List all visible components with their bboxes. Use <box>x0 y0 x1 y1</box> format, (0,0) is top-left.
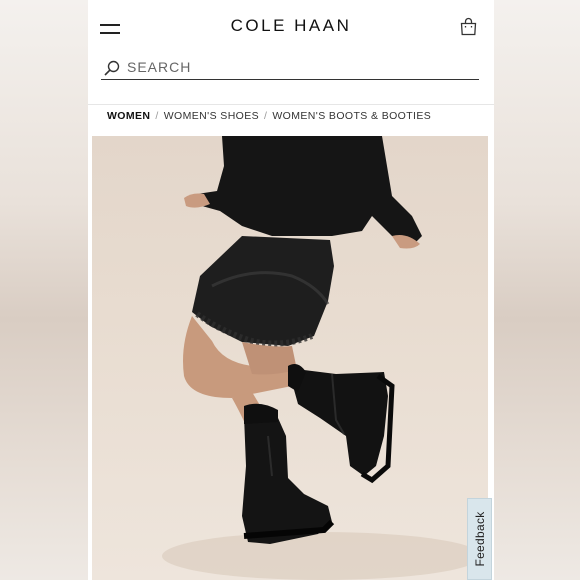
mobile-page: COLE HAAN WOMEN / WOMEN'S SHOES / WOMEN'S BO… <box>88 0 494 580</box>
breadcrumb-women[interactable]: WOMEN <box>107 110 150 122</box>
blurred-background-right <box>492 0 580 580</box>
feedback-tab[interactable]: Feedback <box>467 498 492 580</box>
search-input[interactable] <box>127 57 467 77</box>
hero-model-illustration <box>162 136 482 580</box>
blurred-background-left <box>0 0 88 580</box>
hero-image <box>92 136 488 580</box>
breadcrumb-bar: WOMEN / WOMEN'S SHOES / WOMEN'S BOOTS & BOOT… <box>88 104 494 132</box>
breadcrumb: WOMEN / WOMEN'S SHOES / WOMEN'S BOOTS & BOOT… <box>107 110 431 122</box>
breadcrumb-separator: / <box>155 110 159 122</box>
feedback-label: Feedback <box>472 511 487 567</box>
search-bar[interactable] <box>101 55 479 80</box>
breadcrumb-womens-shoes[interactable]: WOMEN'S SHOES <box>164 110 259 122</box>
breadcrumb-separator: / <box>264 110 268 122</box>
site-header: COLE HAAN <box>88 0 494 104</box>
brand-logo[interactable]: COLE HAAN <box>88 16 494 36</box>
shopping-bag-icon[interactable] <box>459 17 478 36</box>
breadcrumb-womens-boots-booties[interactable]: WOMEN'S BOOTS & BOOTIES <box>272 110 431 122</box>
search-icon[interactable] <box>103 59 121 77</box>
